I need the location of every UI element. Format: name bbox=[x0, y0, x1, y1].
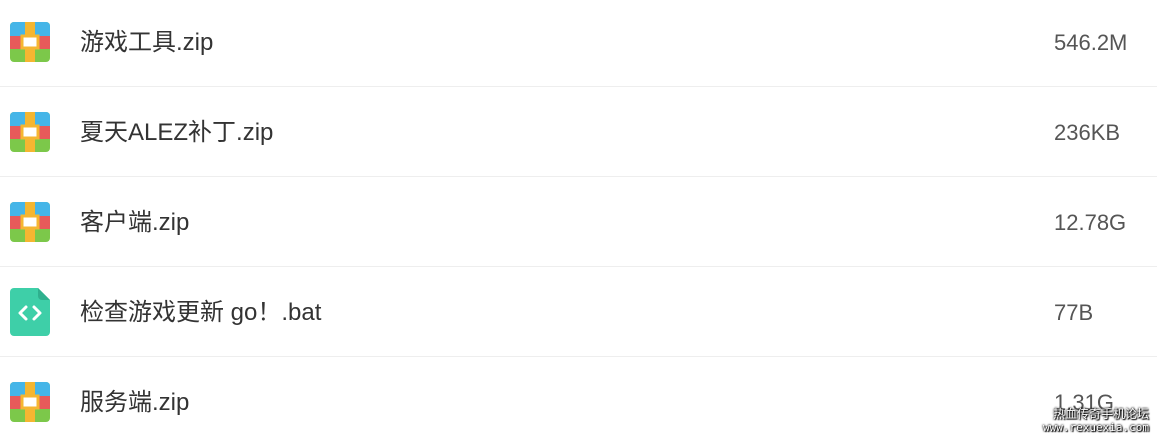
zip-archive-icon bbox=[10, 112, 50, 152]
watermark-title: 热血传奇手机论坛 bbox=[1052, 407, 1149, 421]
file-row-client[interactable]: 客户端.zip 12.78G bbox=[0, 177, 1157, 267]
zip-archive-icon bbox=[10, 382, 50, 422]
file-name: 服务端.zip bbox=[80, 389, 190, 416]
zip-archive-icon bbox=[10, 22, 50, 62]
file-size: 236KB bbox=[1054, 120, 1121, 145]
file-size: 546.2M bbox=[1054, 30, 1128, 55]
zip-archive-icon bbox=[10, 202, 50, 242]
site-watermark: 热血传奇手机论坛 www.rexuexia.com bbox=[1029, 407, 1149, 435]
file-size: 12.78G bbox=[1054, 210, 1127, 235]
file-size: 77B bbox=[1054, 300, 1094, 325]
file-name: 客户端.zip bbox=[80, 209, 190, 236]
file-row-update-script[interactable]: 检查游戏更新 go！.bat 77B bbox=[0, 267, 1157, 357]
file-name: 夏天ALEZ补丁.zip bbox=[80, 119, 274, 146]
file-row-summer-patch[interactable]: 夏天ALEZ补丁.zip 236KB bbox=[0, 87, 1157, 177]
code-file-icon bbox=[10, 288, 50, 336]
file-name: 游戏工具.zip bbox=[80, 29, 214, 56]
watermark-url: www.rexuexia.com bbox=[1043, 421, 1149, 434]
file-row-server[interactable]: 服务端.zip 1.31G bbox=[0, 357, 1157, 447]
file-list: 游戏工具.zip 546.2M 夏天ALEZ补丁.zip 236KB 客户端.z… bbox=[0, 0, 1157, 442]
file-name: 检查游戏更新 go！.bat bbox=[80, 299, 322, 326]
file-row-game-tools[interactable]: 游戏工具.zip 546.2M bbox=[0, 0, 1157, 87]
